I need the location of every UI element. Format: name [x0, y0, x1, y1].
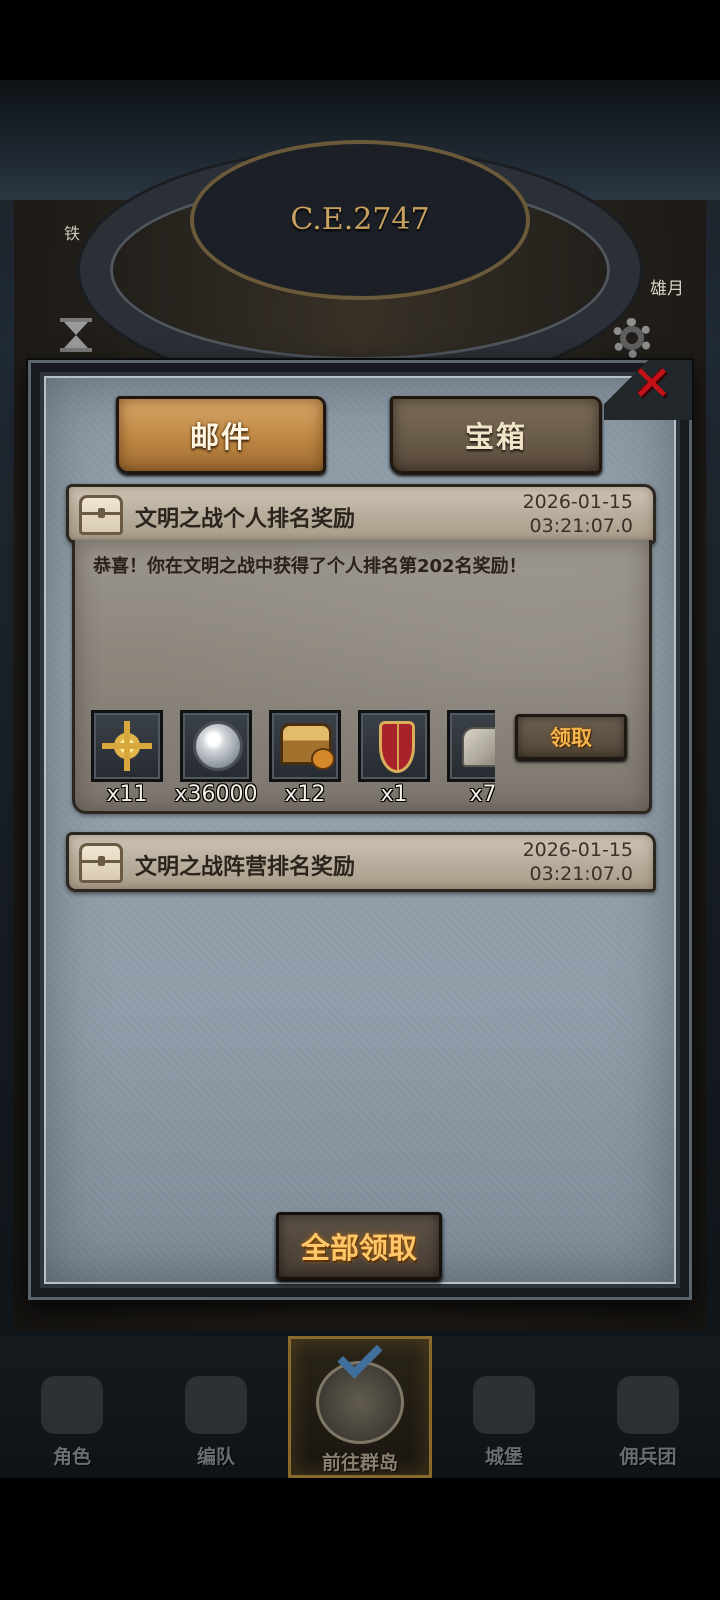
nav-item-character[interactable]: 角色 [0, 1336, 144, 1478]
claim-all-button[interactable]: 全部领取 [276, 1212, 442, 1280]
mail-title: 文明之战个人排名奖励 [135, 507, 356, 532]
treasure-chest-bag-icon [280, 723, 335, 770]
reward-item[interactable]: x36000 [174, 710, 258, 810]
hourglass-icon [60, 318, 92, 352]
map-side-label-left: 铁 [64, 224, 81, 243]
reward-frame [180, 710, 252, 782]
top-status-area [0, 0, 720, 80]
map-side-label-right: 雄月 [650, 279, 684, 299]
mail-body: 恭喜！你在文明之战中获得了个人排名第202名奖励！ x11 x36000 x12… [72, 540, 652, 814]
reward-list[interactable]: x11 x36000 x12 x1 x7 [91, 710, 495, 810]
reward-count: x1 [380, 782, 408, 807]
chest-icon [79, 495, 123, 535]
castle-icon [473, 1376, 535, 1434]
shield-icon [379, 721, 415, 773]
tab-chest[interactable]: 宝箱 [390, 396, 602, 474]
reward-count: x7 [469, 782, 495, 807]
ship-icon [617, 1376, 679, 1434]
knight-icon [41, 1376, 103, 1434]
nav-item-formation[interactable]: 编队 [144, 1336, 288, 1478]
mail-item-header[interactable]: 文明之战阵营排名奖励 2026-01-15 03:21:07.0 [66, 832, 656, 892]
reward-frame [91, 710, 163, 782]
mail-title: 文明之战阵营排名奖励 [135, 855, 356, 880]
mail-message: 恭喜！你在文明之战中获得了个人排名第202名奖励！ [93, 556, 527, 577]
reward-count: x12 [284, 782, 326, 807]
stone-icon [462, 727, 495, 767]
nav-label: 城堡 [484, 1446, 523, 1468]
mail-date: 2026-01-15 [522, 491, 633, 513]
nav-label: 编队 [196, 1446, 235, 1468]
close-x-icon: ✕ [631, 356, 673, 412]
reward-count: x11 [106, 782, 148, 807]
nav-label: 前往群岛 [321, 1452, 398, 1474]
reward-frame [447, 710, 495, 782]
close-button[interactable]: ✕ [628, 360, 676, 408]
bottom-system-bar [0, 1478, 720, 1600]
reward-item[interactable]: x7 [447, 710, 495, 810]
globe-compass-icon [316, 1361, 404, 1444]
nav-label: 佣兵团 [619, 1446, 677, 1468]
era-year: C.E.2747 [290, 202, 430, 237]
mail-time: 03:21:07.0 [529, 515, 633, 537]
reward-item[interactable]: x12 [269, 710, 343, 810]
nav-item-mercenary[interactable]: 佣兵团 [576, 1336, 720, 1478]
reward-count: x36000 [174, 782, 258, 807]
nav-label: 角色 [52, 1446, 91, 1468]
reward-frame [358, 710, 430, 782]
sun-emblem-icon [102, 721, 152, 771]
silver-coin-icon [193, 721, 243, 771]
reward-frame [269, 710, 341, 782]
gear-icon [612, 318, 652, 358]
mail-item-header[interactable]: 文明之战个人排名奖励 2026-01-15 03:21:07.0 [66, 484, 656, 544]
claim-button[interactable]: 领取 [515, 714, 627, 760]
tab-mail[interactable]: 邮件 [116, 396, 326, 474]
nav-item-castle[interactable]: 城堡 [432, 1336, 576, 1478]
reward-item[interactable]: x11 [91, 710, 165, 810]
mail-time: 03:21:07.0 [529, 863, 633, 885]
helmet-icon [185, 1376, 247, 1434]
mail-date: 2026-01-15 [522, 839, 633, 861]
chest-icon [79, 843, 123, 883]
reward-item[interactable]: x1 [358, 710, 432, 810]
